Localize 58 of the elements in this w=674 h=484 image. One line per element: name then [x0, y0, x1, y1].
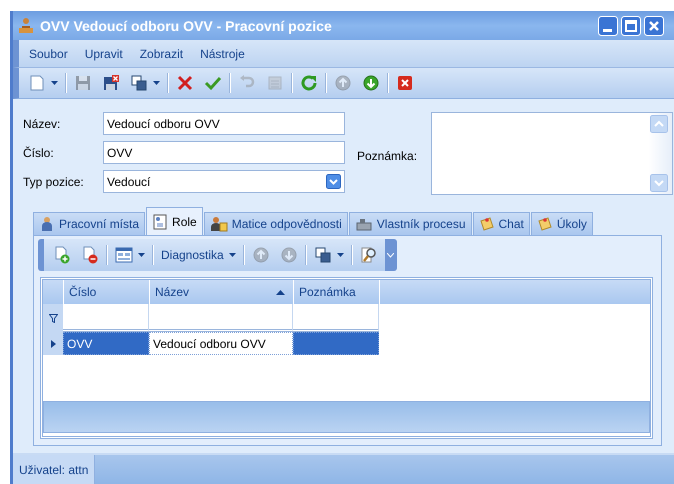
tab[interactable]: Úkoly [530, 212, 593, 235]
caret-icon[interactable] [336, 253, 344, 257]
caret-icon[interactable] [153, 81, 160, 85]
overflow-button[interactable] [384, 239, 397, 271]
field-label: Název: [23, 116, 62, 130]
close-button[interactable] [644, 16, 664, 36]
save-delete-icon[interactable] [102, 74, 120, 92]
caret-icon[interactable] [228, 253, 236, 257]
filter-icon[interactable] [48, 314, 58, 322]
tab[interactable]: Vlastník procesu [348, 212, 472, 235]
tab[interactable]: Role [146, 207, 203, 235]
input-field[interactable]: OVV [103, 141, 345, 164]
field-label: Poznámka: [357, 149, 418, 165]
delete-icon[interactable] [176, 74, 194, 92]
worker-icon [39, 216, 55, 232]
tab[interactable]: Chat [472, 212, 530, 235]
field-label: Číslo: [23, 146, 55, 160]
tab[interactable]: Pracovní místa [33, 212, 146, 235]
note-icon [478, 216, 495, 232]
caret-icon[interactable] [138, 253, 145, 257]
input-field[interactable]: Vedoucí odboru OVV [103, 112, 345, 135]
form-layout-icon[interactable] [115, 246, 133, 264]
machine-icon [354, 216, 373, 232]
window-title: OVV Vedoucí odboru OVV - Pracovní pozice [40, 18, 333, 34]
table-cell[interactable]: Vedoucí odboru OVV [149, 332, 293, 355]
field-label: Typ pozice: [23, 174, 85, 188]
table-cell[interactable]: OVV [63, 332, 149, 355]
column-header[interactable]: Číslo [64, 280, 150, 304]
menu-item[interactable]: Soubor [29, 46, 68, 60]
refresh-icon[interactable] [300, 74, 318, 92]
person-at-desk-icon [17, 16, 35, 34]
status-user: Uživatel: attn [13, 455, 96, 484]
minimize-button[interactable] [598, 16, 618, 36]
check-icon[interactable] [204, 74, 222, 92]
copy-icon[interactable] [130, 74, 148, 92]
tab[interactable]: Matice odpovědnosti [204, 212, 348, 235]
menu-item[interactable]: Zobrazit [140, 46, 184, 60]
copy-icon[interactable] [314, 246, 332, 264]
id-card-icon [152, 214, 168, 230]
magnifier-icon[interactable] [360, 246, 378, 264]
caret-icon[interactable] [51, 81, 58, 85]
chevron-down-icon[interactable] [387, 252, 394, 258]
new-document-icon[interactable] [28, 74, 46, 92]
column-header[interactable]: Název [150, 280, 294, 304]
close-icon[interactable] [396, 74, 414, 92]
combo-box[interactable]: Vedoucí [103, 170, 345, 193]
add-document-icon[interactable] [53, 246, 71, 264]
person-with-document-icon [210, 216, 228, 232]
diagnostics-menu[interactable]: Diagnostika [161, 248, 224, 262]
note-icon [536, 216, 553, 232]
remove-document-icon[interactable] [81, 246, 99, 264]
row-indicator[interactable] [43, 332, 63, 355]
table-cell[interactable] [293, 332, 379, 355]
maximize-button[interactable] [621, 16, 641, 36]
dropdown-button[interactable] [326, 174, 341, 189]
menu-item[interactable]: Upravit [84, 46, 123, 60]
column-header[interactable]: Poznámka [294, 280, 380, 304]
menu-item[interactable]: Nástroje [200, 46, 245, 60]
